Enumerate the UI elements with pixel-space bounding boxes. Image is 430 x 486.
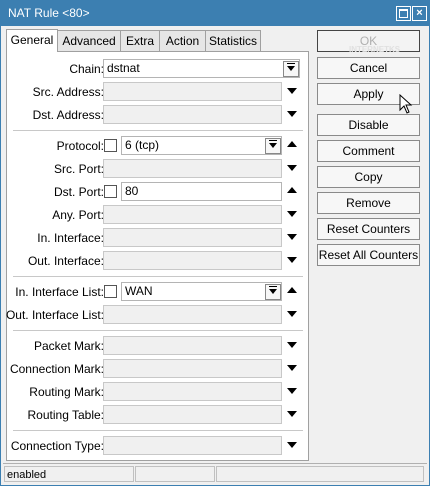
connection-type-label: Connection Type: (10, 439, 104, 453)
out-interface-list-field[interactable] (103, 305, 282, 324)
dst-port-label: Dst. Port: (53, 185, 104, 199)
tab-statistics[interactable]: Statistics (205, 30, 261, 51)
nat-rule-window: NAT Rule <80> × General Advanced Extra A… (0, 0, 430, 486)
src-port-row: Src. Port: (7, 159, 308, 178)
status-cell (216, 466, 424, 482)
separator (13, 130, 303, 131)
connection-type-expand-icon[interactable] (287, 442, 297, 448)
in-interface-field[interactable] (103, 228, 282, 247)
tab-extra[interactable]: Extra (120, 30, 160, 51)
src-address-expand-icon[interactable] (287, 88, 297, 94)
in-interface-list-row: In. Interface List: WAN (7, 282, 308, 301)
reset-counters-button[interactable]: Reset Counters (317, 218, 420, 240)
out-interface-list-label: Out. Interface List: (5, 308, 104, 322)
routing-mark-label: Routing Mark: (29, 385, 104, 399)
close-icon[interactable]: × (412, 6, 427, 21)
in-interface-list-dropdown-icon[interactable] (265, 284, 281, 300)
protocol-row: Protocol: 6 (tcp) (7, 136, 308, 155)
out-interface-list-row: Out. Interface List: (5, 305, 308, 324)
routing-table-expand-icon[interactable] (287, 411, 297, 417)
routing-table-field[interactable] (103, 405, 282, 424)
packet-mark-field[interactable] (103, 336, 282, 355)
src-address-field[interactable] (103, 82, 282, 101)
tab-advanced[interactable]: Advanced (57, 30, 121, 51)
in-interface-row: In. Interface: (7, 228, 308, 247)
protocol-dropdown-icon[interactable] (265, 138, 281, 154)
src-port-field[interactable] (103, 159, 282, 178)
connection-mark-label: Connection Mark: (9, 362, 104, 376)
dst-port-row: Dst. Port: 80 (7, 182, 308, 201)
remove-button[interactable]: Remove (317, 192, 420, 214)
packet-mark-expand-icon[interactable] (287, 342, 297, 348)
window-title: NAT Rule <80> (8, 6, 90, 20)
chain-label: Chain: (69, 62, 104, 76)
copy-button[interactable]: Copy (317, 166, 420, 188)
connection-mark-expand-icon[interactable] (287, 365, 297, 371)
general-panel: Chain: dstnat Src. Address: Dst. Address… (6, 51, 309, 461)
out-interface-field[interactable] (103, 251, 282, 270)
src-address-row: Src. Address: (7, 82, 308, 101)
routing-mark-field[interactable] (103, 382, 282, 401)
tab-general[interactable]: General (6, 29, 58, 52)
any-port-label: Any. Port: (52, 208, 104, 222)
dst-address-field[interactable] (103, 105, 282, 124)
dst-address-expand-icon[interactable] (287, 111, 297, 117)
protocol-negate-checkbox[interactable] (104, 139, 117, 152)
src-address-label: Src. Address: (32, 85, 104, 99)
maximize-icon[interactable] (396, 6, 411, 21)
dst-port-collapse-icon[interactable] (287, 187, 297, 193)
in-interface-list-label: In. Interface List: (15, 285, 104, 299)
src-port-label: Src. Port: (53, 162, 104, 176)
dst-address-row: Dst. Address: (7, 105, 308, 124)
in-interface-expand-icon[interactable] (287, 234, 297, 240)
dst-port-field[interactable]: 80 (121, 182, 282, 201)
any-port-row: Any. Port: (7, 205, 308, 224)
protocol-collapse-icon[interactable] (287, 141, 297, 147)
chain-row: Chain: dstnat (7, 59, 308, 78)
routing-table-label: Routing Table: (27, 408, 105, 422)
any-port-expand-icon[interactable] (287, 211, 297, 217)
packet-mark-row: Packet Mark: (7, 336, 308, 355)
reset-all-counters-button[interactable]: Reset All Counters (317, 244, 420, 266)
connection-type-field[interactable] (103, 436, 282, 455)
out-interface-list-expand-icon[interactable] (287, 311, 297, 317)
protocol-label: Protocol: (56, 139, 104, 153)
in-interface-list-field[interactable]: WAN (121, 282, 282, 301)
connection-mark-field[interactable] (103, 359, 282, 378)
internetks-watermark: INTERNETKS (349, 45, 401, 54)
chain-dropdown-icon[interactable] (283, 61, 299, 77)
tab-action[interactable]: Action (159, 30, 206, 51)
src-port-expand-icon[interactable] (287, 165, 297, 171)
connection-mark-row: Connection Mark: (7, 359, 308, 378)
separator (13, 330, 303, 331)
connection-type-row: Connection Type: (7, 436, 308, 455)
disable-button[interactable]: Disable (317, 114, 420, 136)
in-interface-label: In. Interface: (37, 231, 104, 245)
out-interface-row: Out. Interface: (7, 251, 308, 270)
any-port-field[interactable] (103, 205, 282, 224)
protocol-field[interactable]: 6 (tcp) (121, 136, 282, 155)
dst-address-label: Dst. Address: (32, 108, 104, 122)
status-cell (135, 466, 215, 482)
status-text: enabled (4, 466, 134, 482)
routing-table-row: Routing Table: (7, 405, 308, 424)
comment-button[interactable]: Comment (317, 140, 420, 162)
mouse-cursor-icon (399, 94, 413, 114)
routing-mark-expand-icon[interactable] (287, 388, 297, 394)
out-interface-expand-icon[interactable] (287, 257, 297, 263)
status-bar: enabled (3, 463, 427, 484)
cancel-button[interactable]: Cancel (317, 57, 420, 79)
separator (13, 430, 303, 431)
out-interface-label: Out. Interface: (27, 254, 104, 268)
chain-field[interactable]: dstnat (103, 59, 300, 78)
in-interface-list-collapse-icon[interactable] (287, 287, 297, 293)
routing-mark-row: Routing Mark: (7, 382, 308, 401)
packet-mark-label: Packet Mark: (33, 339, 104, 353)
in-interface-list-negate-checkbox[interactable] (104, 285, 117, 298)
title-bar[interactable]: NAT Rule <80> × (1, 1, 429, 26)
separator (13, 276, 303, 277)
dst-port-negate-checkbox[interactable] (104, 185, 117, 198)
